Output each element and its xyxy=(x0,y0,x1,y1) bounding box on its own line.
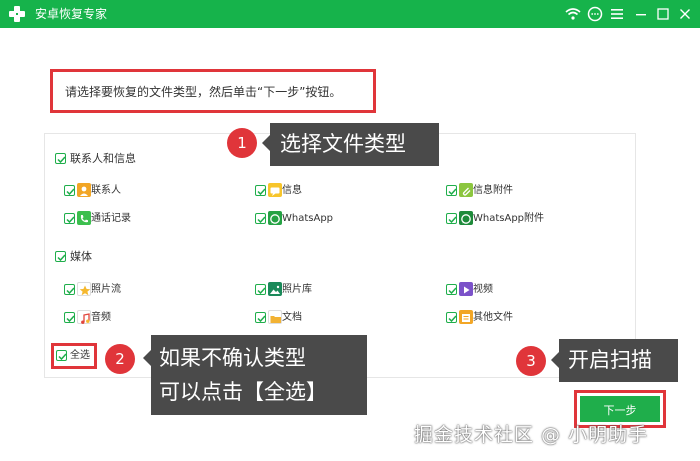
item-label: 信息 xyxy=(282,185,302,196)
item-label: 联系人 xyxy=(91,185,121,196)
maximize-icon[interactable] xyxy=(655,6,671,22)
callout-badge-1: 1 xyxy=(227,128,257,158)
callout-1: 选择文件类型 xyxy=(270,123,439,166)
audio-icon xyxy=(77,310,91,324)
callout-2-line2: 可以点击【全选】 xyxy=(159,380,327,404)
item-label: 照片流 xyxy=(91,284,121,295)
minimize-icon[interactable] xyxy=(633,6,649,22)
item-label: 其他文件 xyxy=(473,312,513,323)
photo-library-icon xyxy=(268,282,282,296)
category-label: 媒体 xyxy=(70,250,92,263)
instruction-highlight: 请选择要恢复的文件类型，然后单击“下一步”按钮。 xyxy=(50,69,376,113)
callout-pointer xyxy=(262,135,270,151)
item-label: 信息附件 xyxy=(473,185,513,196)
item-label: 视频 xyxy=(473,284,493,295)
select-all-label[interactable]: 全选 xyxy=(70,350,90,362)
callout-3: 开启扫描 xyxy=(559,339,678,382)
phone-icon xyxy=(77,211,91,225)
close-icon[interactable] xyxy=(677,6,693,22)
whatsapp-attachment-icon xyxy=(459,211,473,225)
callout-2: 如果不确认类型 可以点击【全选】 xyxy=(151,335,367,415)
callout-3-text: 开启扫描 xyxy=(568,348,652,372)
item-label: 照片库 xyxy=(282,284,312,295)
callout-badge-3: 3 xyxy=(516,346,546,376)
callout-2-line1: 如果不确认类型 xyxy=(159,346,306,370)
item-checkbox[interactable] xyxy=(255,312,266,323)
item-label: 文档 xyxy=(282,312,302,323)
app-logo-icon xyxy=(9,6,25,22)
item-checkbox[interactable] xyxy=(446,213,457,224)
attachment-icon xyxy=(459,183,473,197)
item-checkbox[interactable] xyxy=(64,284,75,295)
contact-icon xyxy=(77,183,91,197)
document-icon xyxy=(268,310,282,324)
callout-badge-2: 2 xyxy=(105,344,135,374)
wifi-icon[interactable] xyxy=(565,6,581,22)
item-checkbox[interactable] xyxy=(255,185,266,196)
item-checkbox[interactable] xyxy=(64,213,75,224)
category-checkbox-contacts[interactable] xyxy=(55,153,66,164)
category-label: 联系人和信息 xyxy=(70,152,136,165)
item-checkbox[interactable] xyxy=(446,284,457,295)
category-checkbox-media[interactable] xyxy=(55,251,66,262)
photostream-icon xyxy=(77,282,91,296)
menu-icon[interactable] xyxy=(609,6,625,22)
select-all-checkbox[interactable] xyxy=(56,350,67,361)
instruction-text: 请选择要恢复的文件类型，然后单击“下一步”按钮。 xyxy=(65,85,342,99)
watermark: 掘金技术社区 @ 小明助手 xyxy=(414,424,649,446)
item-label: WhatsApp附件 xyxy=(473,213,545,224)
item-checkbox[interactable] xyxy=(255,284,266,295)
item-label: 通话记录 xyxy=(91,213,131,224)
item-checkbox[interactable] xyxy=(446,185,457,196)
callout-1-text: 选择文件类型 xyxy=(280,132,406,156)
video-icon xyxy=(459,282,473,296)
title-bar: 安卓恢复专家 xyxy=(0,0,700,28)
item-label: 音频 xyxy=(91,312,111,323)
message-icon xyxy=(268,183,282,197)
item-checkbox[interactable] xyxy=(64,312,75,323)
callout-pointer xyxy=(551,352,559,368)
callout-pointer xyxy=(143,350,151,366)
item-checkbox[interactable] xyxy=(255,213,266,224)
item-checkbox[interactable] xyxy=(64,185,75,196)
item-checkbox[interactable] xyxy=(446,312,457,323)
window-title: 安卓恢复专家 xyxy=(35,7,108,21)
other-files-icon xyxy=(459,310,473,324)
chat-icon[interactable] xyxy=(587,6,603,22)
whatsapp-icon xyxy=(268,211,282,225)
item-label: WhatsApp xyxy=(282,213,334,224)
